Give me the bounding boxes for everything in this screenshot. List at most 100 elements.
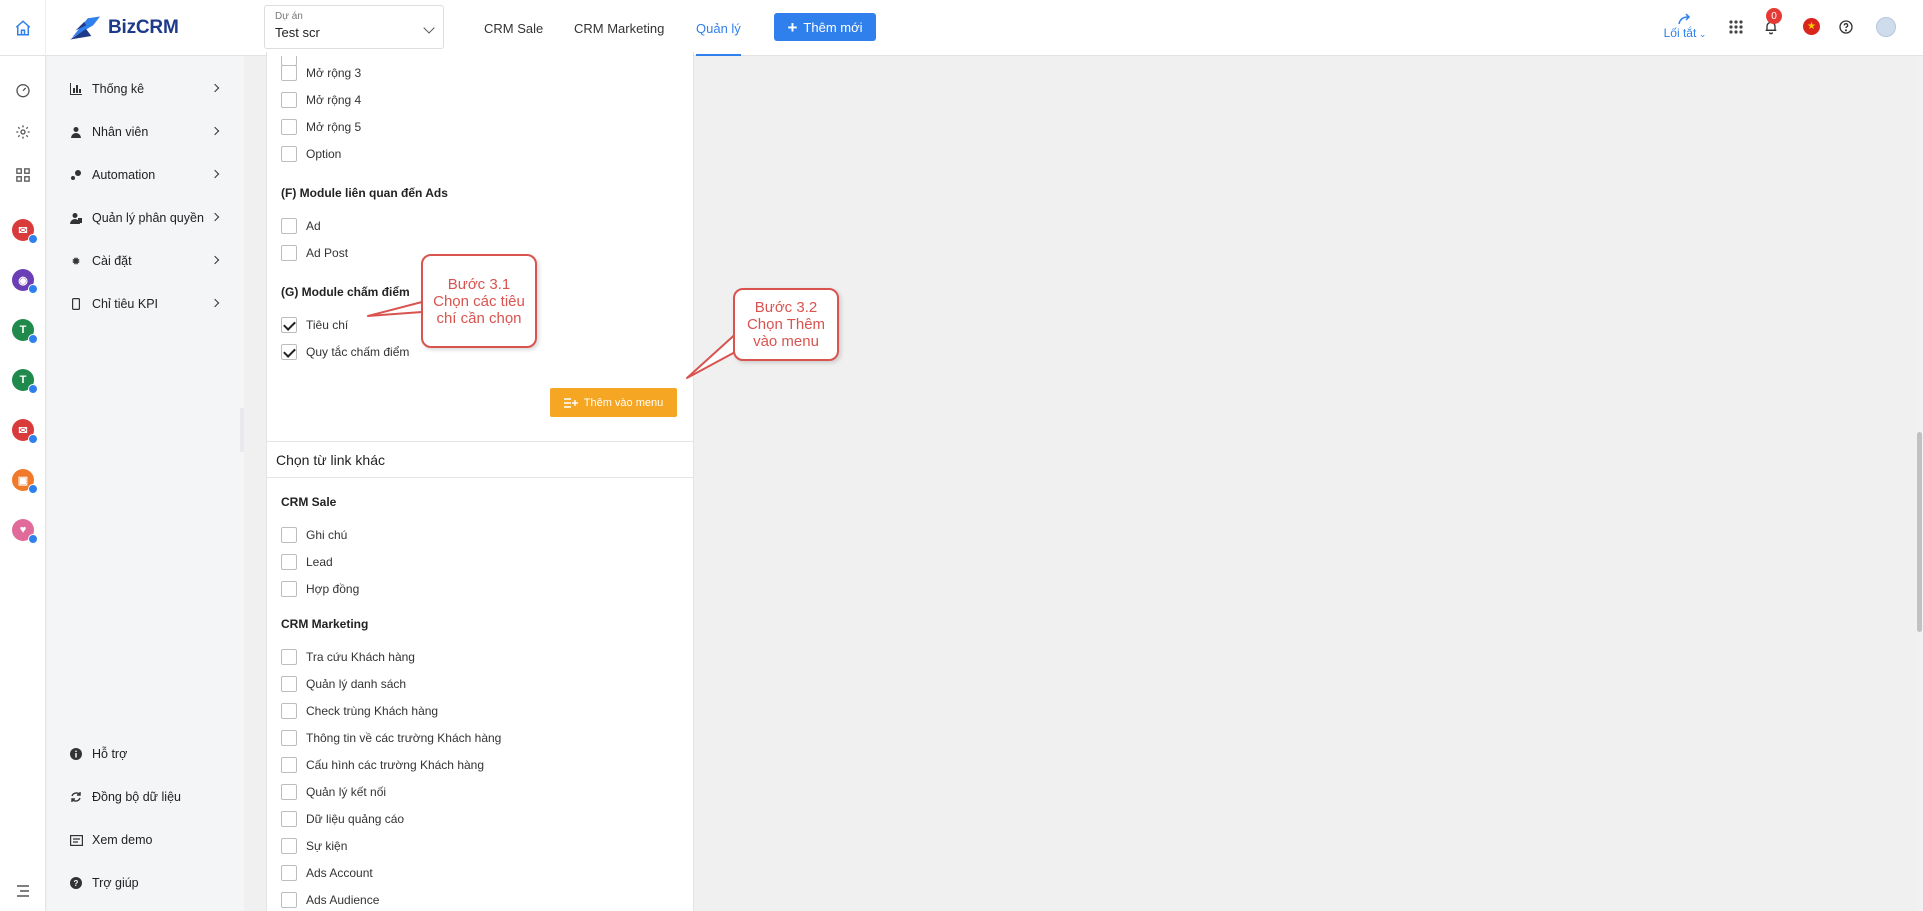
list-add-icon: [563, 397, 578, 408]
menu-lines-icon[interactable]: [13, 881, 33, 901]
checkbox[interactable]: [281, 811, 297, 827]
checkbox-label: Ghi chú: [306, 528, 348, 542]
modules-grid-icon[interactable]: [13, 165, 33, 185]
list-item[interactable]: Ad: [281, 217, 321, 235]
tab-crm-marketing[interactable]: CRM Marketing: [574, 0, 664, 56]
app-t2-icon[interactable]: T: [12, 369, 38, 394]
checkbox[interactable]: [281, 676, 297, 692]
checkbox-label: Quản lý kết nối: [306, 785, 387, 799]
callout-step-3-2: Bước 3.2 Chọn Thêm vào menu: [733, 288, 839, 361]
list-item[interactable]: Dữ liệu quảng cáo: [281, 810, 404, 828]
sidebar-item-automation[interactable]: Automation: [47, 160, 244, 190]
checkbox[interactable]: [281, 581, 297, 597]
checkbox[interactable]: [281, 245, 297, 261]
checkbox-label: Cấu hình các trường Khách hàng: [306, 758, 485, 772]
list-item[interactable]: Mở rộng 3: [281, 64, 361, 82]
chevron-right-icon: [210, 83, 220, 93]
list-item[interactable]: Ad Post: [281, 244, 348, 262]
checkbox[interactable]: [281, 730, 297, 746]
list-item[interactable]: Quản lý danh sách: [281, 675, 406, 693]
sidebar-item-tro-giup[interactable]: ? Trợ giúp: [47, 868, 244, 898]
add-to-menu-button[interactable]: Thêm vào menu: [550, 388, 677, 417]
checkbox-label: Ad: [306, 219, 321, 233]
tab-crm-sale[interactable]: CRM Sale: [484, 0, 543, 56]
checkbox[interactable]: [281, 92, 297, 108]
icon-rail: ✉ ◉ T T ✉ ▣ ♥: [0, 56, 46, 911]
dashboard-icon[interactable]: [13, 80, 33, 100]
chevron-right-icon: [210, 212, 220, 222]
gear-icon[interactable]: [13, 122, 33, 142]
checkbox[interactable]: [281, 218, 297, 234]
tab-quan-ly[interactable]: Quản lý: [696, 0, 741, 56]
app-t-icon[interactable]: T: [12, 319, 38, 344]
logo[interactable]: BizCRM: [68, 10, 179, 46]
sidebar-item-cai-dat[interactable]: ✹ Cài đặt: [47, 246, 244, 276]
list-item[interactable]: Quy tắc chấm điểm: [281, 343, 409, 361]
sidebar-item-nhan-vien[interactable]: Nhân viên: [47, 117, 244, 147]
checkbox[interactable]: [281, 119, 297, 135]
list-item[interactable]: Mở rộng 4: [281, 91, 361, 109]
project-select[interactable]: Dự án Test scr: [264, 5, 444, 49]
sidebar-item-quan-ly-phan-quyen[interactable]: Quản lý phân quyền: [47, 203, 244, 233]
checkbox-label: Ads Audience: [306, 893, 380, 907]
add-new-button[interactable]: + Thêm mới: [774, 13, 876, 41]
app-email-icon[interactable]: ✉: [12, 219, 38, 244]
checkbox[interactable]: [281, 892, 297, 908]
list-item[interactable]: Tiêu chí: [281, 316, 348, 334]
checkbox[interactable]: [281, 865, 297, 881]
list-item[interactable]: Quản lý kết nối: [281, 783, 386, 801]
checkbox[interactable]: [281, 527, 297, 543]
logo-mark-icon: [70, 16, 101, 40]
checkbox-checked[interactable]: [281, 317, 297, 333]
shortcut-button[interactable]: Lối tắt ⌄: [1660, 12, 1710, 44]
app-eye-icon[interactable]: ◉: [12, 269, 38, 294]
scrollbar-thumb[interactable]: [1917, 432, 1922, 632]
list-item[interactable]: Thông tin về các trường Khách hàng: [281, 729, 501, 747]
checkbox-label: Mở rộng 3: [306, 66, 362, 80]
sidebar-item-dong-bo[interactable]: Đồng bộ dữ liệu: [47, 782, 244, 812]
logo-text-crm: CRM: [135, 17, 179, 38]
other-links-panel: Chọn từ link khác CRM Sale Ghi chú Lead …: [266, 441, 694, 911]
callout-text: Chọn Thêm vào menu: [746, 316, 826, 350]
list-item[interactable]: Ads Audience: [281, 891, 379, 909]
sidebar-item-xem-demo[interactable]: Xem demo: [47, 825, 244, 855]
chevron-right-icon: [210, 126, 220, 136]
checkbox[interactable]: [281, 838, 297, 854]
chevron-right-icon: [210, 255, 220, 265]
list-item[interactable]: Mở rộng 5: [281, 118, 361, 136]
app-heart-icon[interactable]: ♥: [12, 519, 38, 544]
sidebar-item-thong-ke[interactable]: Thống kê: [47, 74, 244, 104]
checkbox[interactable]: [281, 146, 297, 162]
checkbox[interactable]: [281, 554, 297, 570]
home-icon[interactable]: [0, 0, 46, 56]
avatar[interactable]: [1876, 17, 1896, 37]
list-item[interactable]: Ads Account: [281, 864, 373, 882]
checkbox[interactable]: [281, 784, 297, 800]
checkbox-label: Tra cứu Khách hàng: [306, 650, 415, 664]
list-item[interactable]: Tra cứu Khách hàng: [281, 648, 415, 666]
app-bag-icon[interactable]: ▣: [12, 469, 38, 494]
sidebar-item-ho-tro[interactable]: Hỗ trợ: [47, 739, 244, 769]
app-email2-icon[interactable]: ✉: [12, 419, 38, 444]
checkbox[interactable]: [281, 649, 297, 665]
list-item[interactable]: Lead: [281, 553, 333, 571]
language-flag-icon[interactable]: ★: [1803, 18, 1820, 35]
sidebar-item-chi-tieu-kpi[interactable]: Chỉ tiêu KPI: [47, 289, 244, 319]
list-item[interactable]: Ghi chú: [281, 526, 347, 544]
checkbox[interactable]: [281, 65, 297, 81]
checkbox[interactable]: [281, 703, 297, 719]
list-item[interactable]: Cấu hình các trường Khách hàng: [281, 756, 484, 774]
checkbox-checked[interactable]: [281, 344, 297, 360]
list-item[interactable]: Check trùng Khách hàng: [281, 702, 438, 720]
help-circle-icon[interactable]: [1836, 17, 1856, 37]
chevron-right-icon: [210, 298, 220, 308]
sidebar-item-label: Hỗ trợ: [92, 747, 128, 761]
apps-grid-icon[interactable]: [1726, 17, 1746, 37]
checkbox-label: Ads Account: [306, 866, 373, 880]
checkbox[interactable]: [281, 757, 297, 773]
list-item[interactable]: Hợp đồng: [281, 580, 359, 598]
checkbox-label: Check trùng Khách hàng: [306, 704, 439, 718]
list-item[interactable]: Sự kiện: [281, 837, 347, 855]
list-item[interactable]: Option: [281, 145, 341, 163]
checkbox-label: Thông tin về các trường Khách hàng: [306, 731, 502, 745]
